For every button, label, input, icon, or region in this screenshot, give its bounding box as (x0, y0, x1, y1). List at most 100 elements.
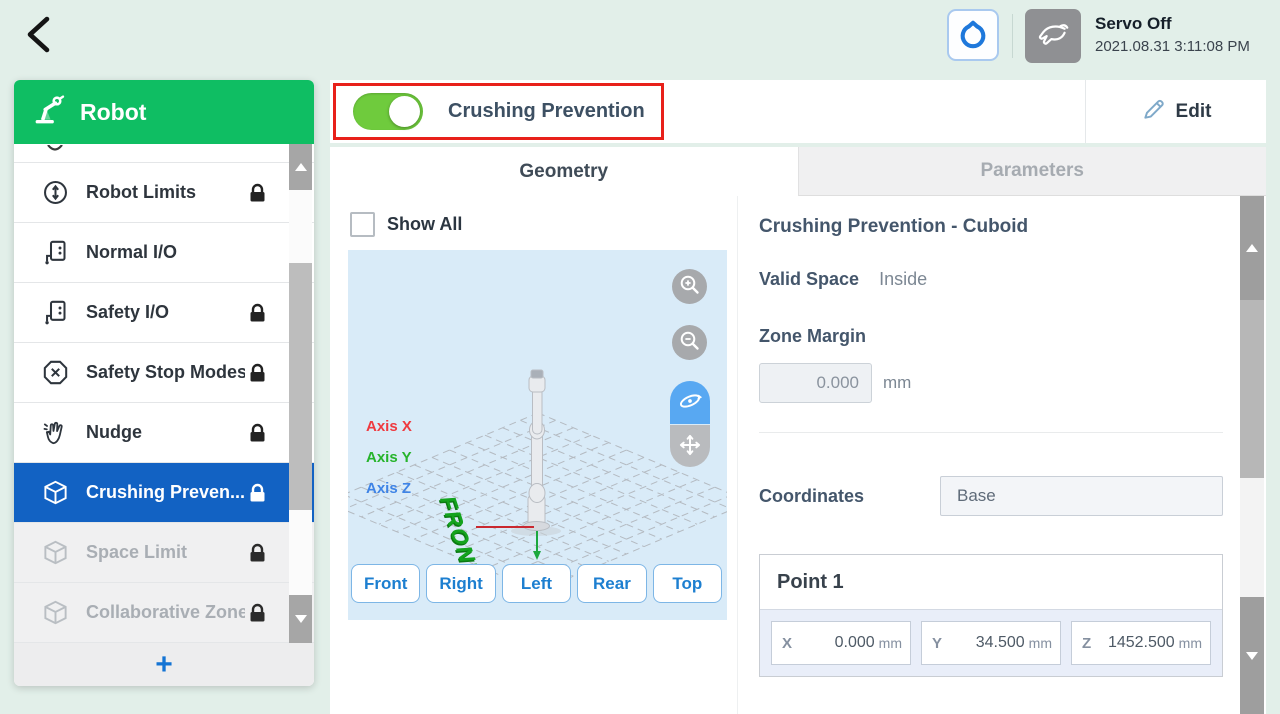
sidebar-item-normal-io[interactable]: Normal I/O (14, 223, 314, 283)
zoom-out-button[interactable] (672, 325, 707, 360)
crushing-prevention-toggle[interactable] (353, 93, 423, 130)
point1-panel: Point 1 X 0.000 mm Y 34.500 mm Z 1452.50 (759, 554, 1223, 677)
zone-margin-row: 0.000 mm (759, 363, 1266, 403)
form-section: Crushing Prevention - Cuboid Valid Space… (737, 196, 1266, 714)
add-zone-button[interactable]: + (14, 643, 314, 686)
sidebar-scroll-down-button[interactable] (289, 595, 312, 643)
servo-text: Servo Off 2021.08.31 3:11:08 PM (1095, 14, 1250, 55)
view-top-button[interactable]: Top (653, 564, 722, 603)
nudge-hand-icon (42, 419, 69, 446)
sidebar-item-label: Safety Stop Modes (86, 362, 245, 383)
pan-view-button[interactable] (670, 425, 710, 467)
lock-icon (249, 483, 266, 503)
servo-status-label: Servo Off (1095, 14, 1250, 34)
point1-title: Point 1 (760, 555, 1222, 609)
sidebar-item-label: Collaborative Zone (86, 602, 245, 623)
toggle-label: Crushing Prevention (448, 100, 645, 123)
cube-icon (42, 479, 69, 506)
lock-icon (249, 303, 266, 323)
axis-x-label: Axis X (366, 418, 412, 435)
tab-label: Parameters (980, 160, 1084, 182)
sidebar-scrollbar-thumb[interactable] (289, 263, 312, 510)
sidebar-item-collaborative-zone[interactable]: Collaborative Zone (14, 583, 314, 643)
field-unit: mm (1179, 635, 1202, 651)
axis-letter: Y (932, 635, 942, 652)
sidebar-item-crushing-prevention[interactable]: Crushing Preven... (14, 463, 314, 523)
zone-margin-input[interactable]: 0.000 (759, 363, 872, 403)
lock-icon (249, 543, 266, 563)
io-icon (42, 239, 69, 266)
coordinates-select[interactable]: Base (940, 476, 1223, 516)
point1-y-field[interactable]: Y 34.500 mm (921, 621, 1061, 665)
zoom-in-button[interactable] (672, 269, 707, 304)
main-scroll-down-button[interactable] (1240, 597, 1264, 714)
coordinates-label: Coordinates (759, 486, 864, 507)
axis-letter: X (782, 635, 792, 652)
tab-parameters[interactable]: Parameters (798, 147, 1267, 196)
toggle-knob (389, 96, 420, 127)
view-buttons-row: Front Right Left Rear Top (351, 564, 722, 603)
tabbar: Geometry Parameters (330, 147, 1266, 196)
orbit-icon (677, 388, 703, 417)
view-rear-button[interactable]: Rear (577, 564, 646, 603)
screen: Servo Off 2021.08.31 3:11:08 PM Robot (0, 0, 1280, 714)
sidebar-item-nudge[interactable]: Nudge (14, 403, 314, 463)
hand-guiding-icon (1034, 15, 1072, 58)
lock-icon (249, 183, 266, 203)
back-button[interactable] (14, 10, 62, 60)
main-scroll-up-button[interactable] (1240, 196, 1264, 300)
recovery-mode-button[interactable] (947, 9, 999, 61)
pan-arrows-icon (677, 432, 703, 461)
field-value: 0.000 (835, 634, 875, 652)
sidebar-title: Robot (80, 99, 146, 126)
tab-geometry[interactable]: Geometry (330, 147, 798, 196)
zoom-out-icon (679, 330, 701, 355)
field-unit: mm (879, 635, 902, 651)
axis-y-label: Axis Y (366, 449, 412, 466)
timestamp: 2021.08.31 3:11:08 PM (1095, 38, 1250, 55)
field-value: 34.500 (976, 634, 1025, 652)
pencil-icon (1141, 96, 1167, 128)
geometry-section: Show All (330, 196, 737, 714)
view-right-button[interactable]: Right (426, 564, 495, 603)
sidebar: Robot Robot Limits Normal I/O (14, 80, 314, 686)
rotate-view-button[interactable] (670, 381, 710, 424)
view-left-button[interactable]: Left (502, 564, 571, 603)
sidebar-item-label: Crushing Preven... (86, 482, 245, 503)
robot-arm-icon (32, 93, 66, 132)
3d-viewport[interactable]: FRONT Axis X Axis Y Axis Z (348, 250, 727, 620)
sidebar-item-space-limit[interactable]: Space Limit (14, 523, 314, 583)
view-front-button[interactable]: Front (351, 564, 420, 603)
valid-space-label: Valid Space (759, 269, 859, 290)
show-all-checkbox-row[interactable]: Show All (350, 212, 462, 237)
edit-button[interactable]: Edit (1141, 96, 1212, 128)
point1-x-field[interactable]: X 0.000 mm (771, 621, 911, 665)
sidebar-item-label: Nudge (86, 422, 245, 443)
sidebar-header: Robot (14, 80, 314, 144)
sidebar-item-safety-stop-modes[interactable]: Safety Stop Modes (14, 343, 314, 403)
show-all-label: Show All (387, 214, 462, 235)
sidebar-scroll-up-button[interactable] (289, 144, 312, 190)
scroll-up-icon (1246, 244, 1258, 252)
sidebar-item-safety-io[interactable]: Safety I/O (14, 283, 314, 343)
topbar-divider (1012, 14, 1013, 58)
main-scrollbar (1240, 196, 1264, 714)
field-unit: mm (1029, 635, 1052, 651)
sidebar-item-label: Space Limit (86, 542, 245, 563)
lock-icon (249, 363, 266, 383)
panel-header: Crushing Prevention Edit (330, 80, 1266, 143)
io-icon (42, 299, 69, 326)
show-all-checkbox[interactable] (350, 212, 375, 237)
point1-z-field[interactable]: Z 1452.500 mm (1071, 621, 1211, 665)
lock-icon (249, 603, 266, 623)
sidebar-item-robot-limits[interactable]: Robot Limits (14, 163, 314, 223)
tab-label: Geometry (519, 161, 608, 183)
sidebar-scrollbar (289, 144, 312, 643)
back-chevron-icon (21, 14, 55, 57)
sidebar-item-label: Safety I/O (86, 302, 245, 323)
cube-icon (42, 539, 69, 566)
servo-status-button[interactable] (1025, 9, 1081, 63)
scroll-up-icon (295, 163, 307, 171)
main-scrollbar-thumb[interactable] (1240, 300, 1264, 478)
content: Show All (330, 196, 1266, 714)
